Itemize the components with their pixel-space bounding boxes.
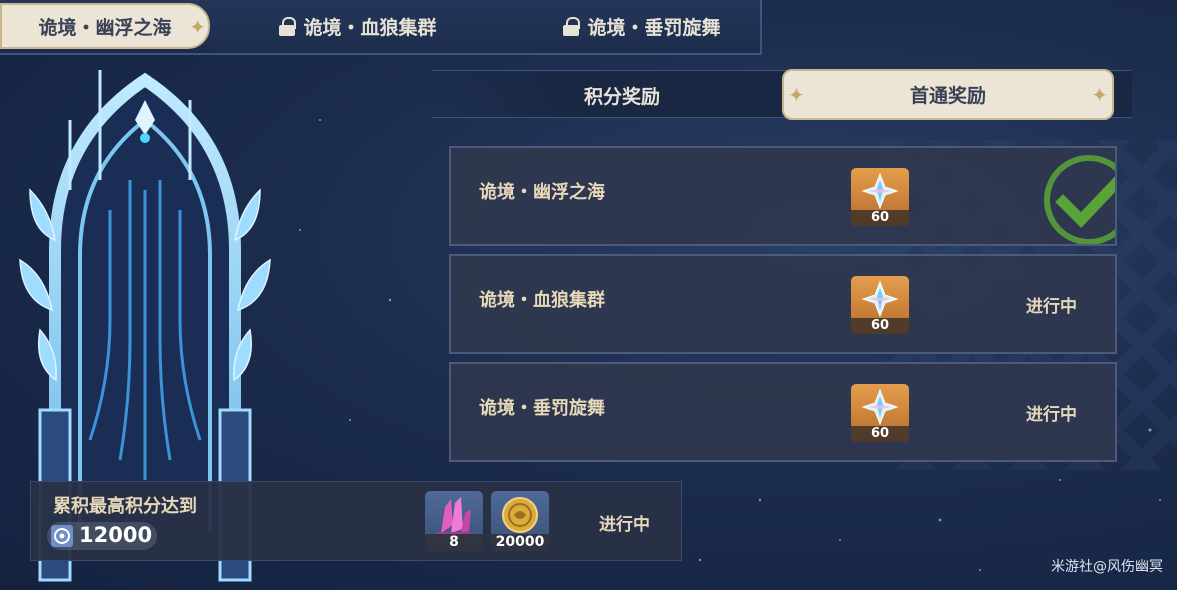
- reward-row: 诡境・幽浮之海 60: [449, 146, 1117, 246]
- crystal-icon: [437, 497, 471, 534]
- primogem-icon: [861, 280, 899, 318]
- tab-first-clear-rewards[interactable]: ✦ 首通奖励 ✦: [782, 69, 1114, 120]
- tab-score-rewards[interactable]: 积分奖励: [522, 71, 722, 119]
- primogem-icon: [861, 388, 899, 426]
- item-quantity: 8: [425, 534, 483, 551]
- tab-label: 诡境・血狼集群: [303, 17, 437, 39]
- status-text: 进行中: [599, 515, 650, 535]
- reward-name: 诡境・垂罚旋舞: [479, 398, 605, 419]
- status-text: 进行中: [1026, 297, 1077, 317]
- reward-row: 诡境・血狼集群 60 进行中: [449, 254, 1117, 354]
- sparkle-icon: ✦: [189, 15, 206, 39]
- item-quantity: 60: [851, 318, 909, 334]
- score-value: 12000: [79, 523, 153, 547]
- cumulative-label: 累积最高积分达到: [53, 496, 197, 517]
- sparkle-icon: ✦: [1091, 83, 1108, 107]
- status-text: 进行中: [1026, 405, 1077, 425]
- reward-item[interactable]: 8: [425, 491, 483, 551]
- region-tab-bar: 诡境・幽浮之海 ✦ 诡境・血狼集群 诡境・垂罚旋舞: [0, 0, 762, 55]
- score-display: 12000: [47, 522, 157, 550]
- tab-label: 诡境・幽浮之海: [38, 16, 172, 39]
- mora-coin-icon: [502, 497, 538, 533]
- tab-region-youfu-sea[interactable]: 诡境・幽浮之海 ✦: [0, 3, 210, 49]
- lock-icon: [279, 17, 297, 36]
- tab-region-punish-dance[interactable]: 诡境・垂罚旋舞: [542, 0, 742, 53]
- completed-check-icon: [1044, 155, 1115, 244]
- reward-item[interactable]: 60: [851, 168, 909, 226]
- tab-label: 诡境・垂罚旋舞: [587, 17, 721, 39]
- item-quantity: 60: [851, 210, 909, 226]
- tab-label: 首通奖励: [909, 85, 986, 107]
- score-icon: [51, 525, 73, 547]
- reward-item[interactable]: 20000: [491, 491, 549, 551]
- reward-type-tabs: 积分奖励 ✦ 首通奖励 ✦: [432, 69, 1132, 120]
- tab-region-blood-wolf[interactable]: 诡境・血狼集群: [258, 0, 458, 53]
- reward-name: 诡境・幽浮之海: [479, 182, 605, 203]
- item-quantity: 20000: [491, 534, 549, 551]
- lock-icon: [563, 17, 581, 36]
- sparkle-icon: ✦: [788, 83, 805, 107]
- tab-label: 积分奖励: [583, 85, 660, 108]
- reward-row: 诡境・垂罚旋舞 60 进行中: [449, 362, 1117, 462]
- reward-item[interactable]: 60: [851, 276, 909, 334]
- watermark: 米游社@风伤幽冥: [1051, 559, 1163, 575]
- reward-item[interactable]: 60: [851, 384, 909, 442]
- reward-name: 诡境・血狼集群: [479, 290, 605, 311]
- item-quantity: 60: [851, 426, 909, 442]
- primogem-icon: [861, 172, 899, 210]
- cumulative-score-row: 累积最高积分达到 12000 8 20000 进行中: [30, 481, 682, 561]
